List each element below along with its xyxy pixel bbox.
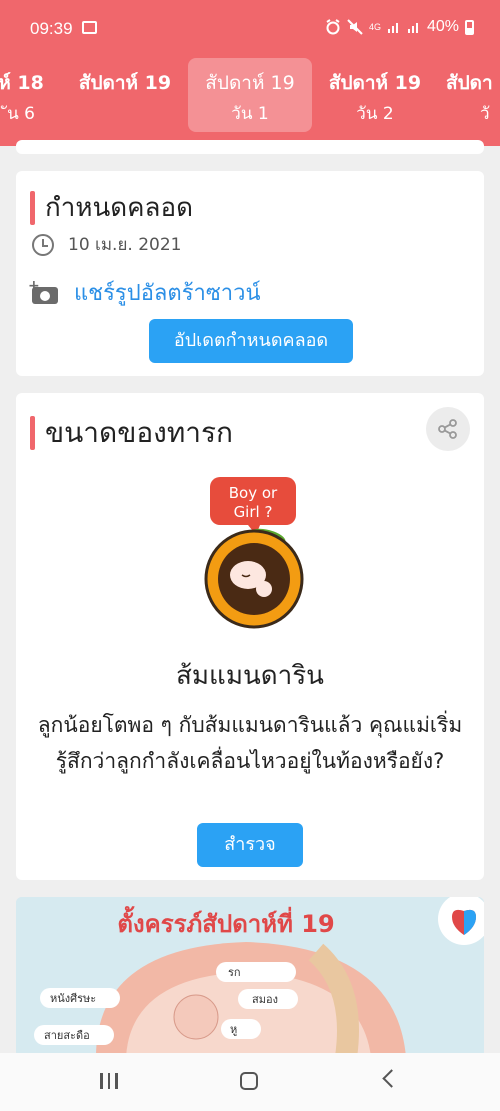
week-label: สัปดาห์ 19 [78, 72, 172, 94]
explore-button[interactable]: สำรวจ [197, 823, 303, 867]
baby-size-title: ขนาดของทารก [45, 416, 233, 449]
week-tab[interactable]: สัปดาห์ 19 [66, 58, 184, 132]
section-accent [30, 416, 35, 450]
week-label: สัปดาห์ 19 [205, 72, 295, 94]
due-date-value: 10 เม.ย. 2021 [68, 235, 182, 255]
battery-icon [465, 19, 474, 35]
label-ear: หู [230, 1023, 237, 1036]
add-photo-icon: + [28, 278, 58, 304]
label-umbilical-cord: สายสะดือ [44, 1029, 90, 1042]
label-brain: สมอง [252, 993, 278, 1006]
week-tab[interactable]: สัปดาห์ 19 วัน 2 [316, 58, 434, 132]
previous-card [16, 140, 484, 154]
status-time: 09:39 [30, 19, 73, 38]
share-ultrasound-link[interactable]: แชร์รูปอัลตร้าซาวน์ [74, 275, 261, 310]
label-scalp: หนังศีรษะ [50, 992, 96, 1005]
section-accent [30, 190, 35, 225]
week-label: สัปดา [446, 72, 493, 94]
day-label: วัน 1 [231, 104, 269, 124]
week-label: สัปดาห์ 19 [328, 72, 422, 94]
mute-icon [347, 19, 363, 35]
signal-icon [387, 23, 398, 33]
day-label: ัน 6 [7, 104, 35, 124]
day-label: วัน 2 [356, 104, 394, 124]
update-due-date-button[interactable]: อัปเดตกำหนดคลอด [149, 319, 353, 363]
baby-size-header: ขนาดของทารก [30, 411, 233, 455]
infographic-title: ตั้งครรภ์สัปดาห์ที่ 19 [117, 905, 334, 938]
week-label: ห์ 18 [0, 72, 44, 94]
baby-size-card: ขนาดของทารก Boy or Girl ? ส้มแมนดาริน ลู… [16, 393, 484, 880]
back-icon[interactable] [382, 1069, 401, 1088]
baby-size-description: ลูกน้อยโตพอ ๆ กับส้มแมนดารินแล้ว คุณแม่เ… [37, 713, 463, 773]
bubble-text-2: Girl ? [234, 503, 273, 521]
signal-icon-2 [407, 23, 418, 33]
share-ultrasound-row[interactable]: + แชร์รูปอัลตร้าซาวน์ [28, 275, 261, 310]
share-button[interactable] [426, 407, 470, 451]
week-tab[interactable]: สัปดา วั [446, 58, 500, 132]
infographic-image: ตั้งครรภ์สัปดาห์ที่ 19 รก หนังศีรษะ สมอง… [16, 897, 484, 1057]
network-type: 4G [368, 22, 381, 32]
week-tab[interactable]: ห์ 18 ัน 6 [0, 58, 56, 132]
status-indicators: 4G 40% [325, 18, 474, 36]
due-date-title: กำหนดคลอด [45, 193, 193, 223]
alarm-icon [326, 19, 340, 35]
due-date-card: กำหนดคลอด 10 เม.ย. 2021 + แชร์รูปอัลตร้า… [16, 171, 484, 376]
week-selector: ห์ 18 ัน 6 สัปดาห์ 19 สัปดาห์ 19 วัน 1 ส… [0, 58, 500, 132]
week-tab-selected[interactable]: สัปดาห์ 19 วัน 1 [188, 58, 312, 132]
home-icon[interactable] [240, 1072, 258, 1090]
status-bar: 09:39 4G 40% [0, 0, 500, 58]
mandarin-illustration: Boy or Girl ? [198, 471, 308, 641]
due-date-header: กำหนดคลอด [30, 187, 193, 228]
bubble-text-1: Boy or [229, 484, 278, 502]
battery-percent: 40% [426, 18, 459, 35]
system-navigation-bar [0, 1053, 500, 1111]
day-label: วั [480, 104, 490, 124]
due-date-row: 10 เม.ย. 2021 [32, 231, 182, 258]
week-infographic-card[interactable]: ตั้งครรภ์สัปดาห์ที่ 19 รก หนังศีรษะ สมอง… [16, 897, 484, 1057]
clock-icon [32, 233, 54, 256]
fruit-name: ส้มแมนดาริน [176, 661, 324, 691]
share-icon [438, 419, 457, 439]
label-placenta: รก [228, 966, 241, 979]
gallery-notification-icon [82, 21, 97, 34]
app-header: 09:39 4G 40% ห์ 18 ัน 6 สัปดาห์ 19 สัปดา… [0, 0, 500, 146]
recent-apps-icon[interactable] [100, 1073, 118, 1089]
